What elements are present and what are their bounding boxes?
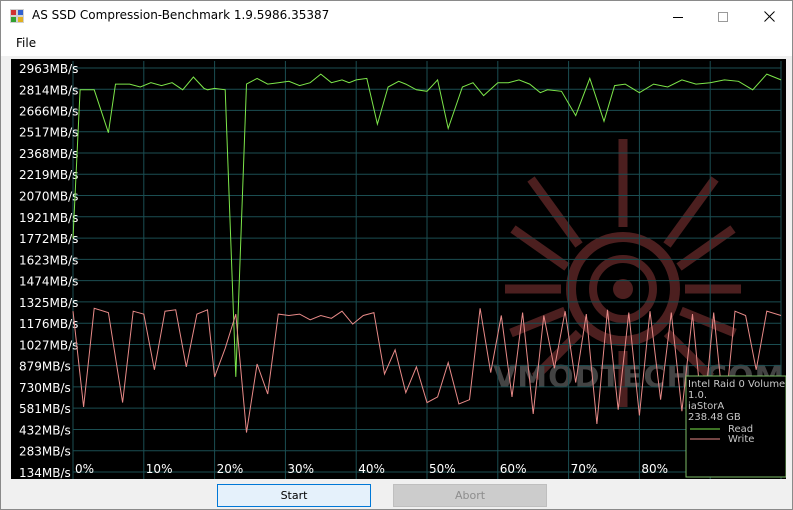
- app-icon: [10, 9, 24, 23]
- y-tick-label: 1325MB/s: [19, 296, 78, 310]
- title-bar[interactable]: AS SSD Compression-Benchmark 1.9.5986.35…: [1, 1, 792, 32]
- x-tick-label: 20%: [217, 462, 244, 476]
- benchmark-chart: VMODTECH.COM 2963MB/s 2814MB/s 2666MB/s 251…: [11, 59, 786, 479]
- benchmark-chart-svg: VMODTECH.COM 2963MB/s2814MB/s2666MB/s251…: [19, 61, 786, 479]
- x-tick-label: 80%: [641, 462, 668, 476]
- minimize-icon: [673, 16, 683, 18]
- menu-bar: File: [1, 32, 792, 56]
- legend-device: Intel Raid 0 Volume: [688, 379, 785, 390]
- app-window: AS SSD Compression-Benchmark 1.9.5986.35…: [0, 0, 793, 510]
- legend-write-label: Write: [728, 434, 754, 445]
- legend-firmware: 1.0.: [688, 390, 707, 401]
- x-tick-label: 60%: [500, 462, 527, 476]
- y-tick-label: 2517MB/s: [19, 126, 78, 140]
- x-tick-label: 50%: [429, 462, 456, 476]
- y-axis-labels: 2963MB/s 2814MB/s 2666MB/s 2517MB/s 2368MB/s…: [19, 62, 78, 479]
- y-tick-label: 730MB/s: [19, 381, 71, 395]
- maximize-icon: [718, 11, 728, 22]
- start-button[interactable]: Start: [217, 484, 371, 507]
- x-tick-label: 40%: [358, 462, 385, 476]
- legend-driver: iaStorA: [688, 401, 724, 412]
- chart-legend: Intel Raid 0 Volume 1.0. iaStorA 238.48 …: [685, 375, 786, 478]
- y-tick-label: 2814MB/s: [19, 83, 78, 97]
- y-tick-label: 134MB/s: [19, 466, 71, 479]
- y-tick-label: 1474MB/s: [19, 275, 78, 289]
- y-tick-label: 2368MB/s: [19, 147, 78, 161]
- x-tick-label: 0%: [75, 462, 94, 476]
- y-tick-label: 2963MB/s: [19, 62, 78, 76]
- y-tick-label: 2666MB/s: [19, 104, 78, 118]
- minimize-button[interactable]: [655, 1, 701, 32]
- y-tick-label: 879MB/s: [19, 360, 71, 374]
- menu-file[interactable]: File: [16, 36, 36, 50]
- y-tick-label: 283MB/s: [19, 445, 71, 459]
- x-tick-label: 10%: [146, 462, 173, 476]
- window-title: AS SSD Compression-Benchmark 1.9.5986.35…: [32, 8, 330, 22]
- y-tick-label: 2219MB/s: [19, 168, 78, 182]
- y-tick-label: 432MB/s: [19, 423, 71, 437]
- y-tick-label: 1176MB/s: [19, 317, 78, 331]
- close-button[interactable]: [746, 1, 792, 32]
- abort-button[interactable]: Abort: [393, 484, 547, 507]
- close-icon: [763, 11, 775, 22]
- y-tick-label: 1921MB/s: [19, 211, 78, 225]
- y-tick-label: 1772MB/s: [19, 232, 78, 246]
- x-axis-labels: 0%10%20%30%40%50%60%70%80%90%100%: [75, 462, 786, 476]
- legend-size: 238.48 GB: [688, 412, 741, 423]
- y-tick-label: 581MB/s: [19, 402, 71, 416]
- y-tick-label: 2070MB/s: [19, 190, 78, 204]
- x-tick-label: 30%: [287, 462, 314, 476]
- x-tick-label: 70%: [571, 462, 598, 476]
- y-tick-label: 1027MB/s: [19, 338, 78, 352]
- y-tick-label: 1623MB/s: [19, 253, 78, 267]
- maximize-button[interactable]: [700, 1, 746, 32]
